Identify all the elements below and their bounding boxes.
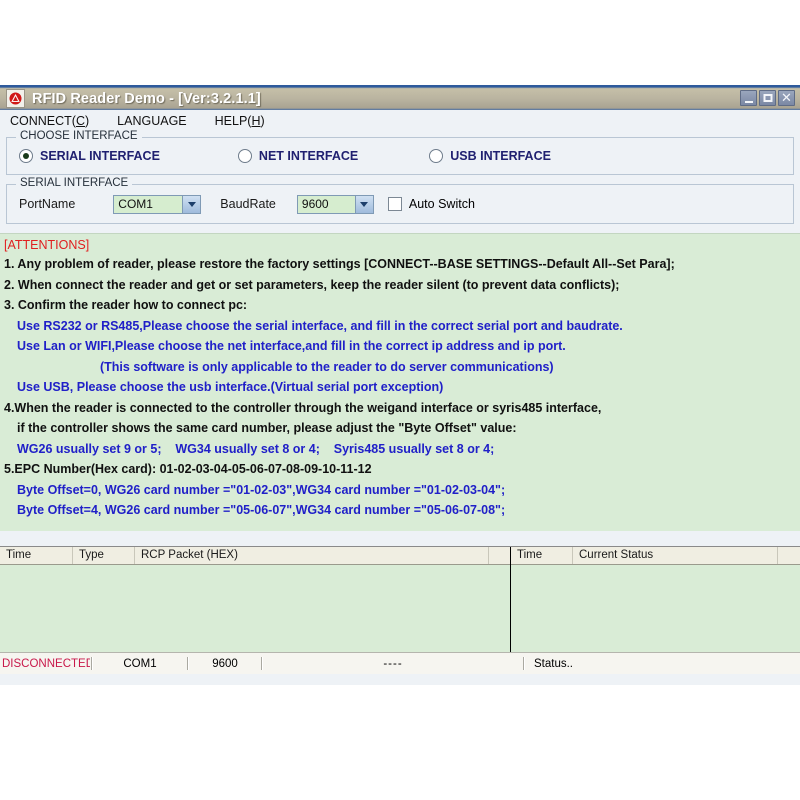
status-sep-3 [261, 657, 263, 670]
attention-line: 4.When the reader is connected to the co… [4, 400, 602, 415]
radio-serial-dot-icon [19, 149, 33, 163]
attention-line: 1. Any problem of reader, please restore… [4, 257, 675, 271]
serial-settings-row: PortName COM1 BaudRate 9600 Auto Switch [13, 191, 787, 217]
page-top-margin [0, 0, 800, 85]
radio-usb-dot-icon [429, 149, 444, 163]
status-port: COM1 [123, 657, 157, 670]
status-table-body[interactable] [511, 565, 800, 652]
attention-line: Use USB, Please choose the usb interface… [17, 380, 444, 394]
radio-net-interface[interactable]: NET INTERFACE [237, 149, 359, 163]
radio-serial-label: SERIAL INTERFACE [40, 149, 160, 163]
menu-item-connect[interactable]: CONNECT(C) [8, 112, 99, 130]
status-dots: ---- [383, 657, 403, 670]
status-table: Time Current Status [511, 547, 800, 652]
status-sep-1 [91, 657, 93, 670]
attentions-title: [ATTENTIONS] [4, 238, 90, 252]
status-bar: DISCONNECTED COM1 9600 ---- Status.. [0, 652, 800, 674]
attention-line: 5.EPC Number(Hex card): 01-02-03-04-05-0… [4, 462, 372, 476]
status-table-header: Time Current Status [511, 547, 800, 565]
column-header[interactable]: Time [511, 547, 573, 564]
chevron-down-icon[interactable] [182, 195, 201, 213]
radio-net-label: NET INTERFACE [258, 149, 359, 163]
status-connection: DISCONNECTED [2, 657, 90, 670]
window-title: RFID Reader Demo - [Ver:3.2.1.1] [32, 90, 261, 107]
menu-item-help[interactable]: HELP(H) [213, 112, 275, 130]
packet-table: Time Type RCP Packet (HEX) [0, 547, 511, 652]
warning-triangle-icon [6, 89, 25, 108]
column-header[interactable]: Time [0, 547, 73, 564]
auto-switch-checkbox[interactable]: Auto Switch [387, 197, 475, 211]
page-bottom-margin [0, 685, 800, 800]
baudrate-select[interactable]: 9600 [296, 194, 374, 214]
attention-line: Byte Offset=4, WG26 card number ="05-06-… [17, 503, 506, 517]
attention-line: Use RS232 or RS485,Please choose the ser… [17, 318, 623, 333]
radio-serial-interface[interactable]: SERIAL INTERFACE [19, 149, 160, 163]
chevron-down-icon[interactable] [354, 195, 373, 213]
maximize-button[interactable] [759, 90, 776, 106]
attention-line: 3. Confirm the reader how to connect pc: [4, 298, 248, 312]
choose-interface-legend: CHOOSE INTERFACE [16, 130, 142, 142]
attention-line: WG26 usually set 9 or 5; WG34 usually se… [17, 441, 495, 456]
portname-label: PortName [19, 197, 76, 211]
close-button[interactable]: ✕ [778, 90, 795, 106]
status-sep-2 [187, 657, 189, 670]
menu-item-language[interactable]: LANGUAGE [115, 112, 196, 130]
column-header[interactable]: Type [73, 547, 135, 564]
attentions-panel: [ATTENTIONS] 1. Any problem of reader, p… [0, 233, 800, 531]
window-controls: ✕ [740, 90, 795, 106]
log-tables: Time Type RCP Packet (HEX) Time Current Sta… [0, 546, 800, 652]
attention-line: Use Lan or WIFI,Please choose the net in… [17, 339, 566, 353]
interface-radio-row: SERIAL INTERFACE NET INTERFACE USB INTER… [13, 144, 787, 168]
serial-interface-group: SERIAL INTERFACE PortName COM1 BaudRate … [6, 177, 794, 224]
radio-usb-label: USB INTERFACE [450, 149, 551, 163]
attention-line: (This software is only applicable to the… [100, 359, 554, 374]
title-bar: RFID Reader Demo - [Ver:3.2.1.1] ✕ [0, 85, 800, 110]
minimize-button[interactable] [740, 90, 757, 106]
column-header[interactable]: Current Status [573, 547, 778, 564]
auto-switch-label: Auto Switch [408, 197, 475, 211]
status-message: Status.. [534, 657, 573, 670]
column-header[interactable]: RCP Packet (HEX) [135, 547, 489, 564]
attention-line: Byte Offset=0, WG26 card number ="01-02-… [17, 482, 506, 497]
radio-net-dot-icon [237, 149, 252, 163]
status-sep-4 [523, 657, 525, 670]
baudrate-value: 9600 [301, 197, 329, 211]
attention-line: if the controller shows the same card nu… [17, 421, 517, 435]
portname-select[interactable]: COM1 [113, 194, 202, 214]
baudrate-label: BaudRate [220, 197, 276, 211]
portname-value: COM1 [118, 197, 153, 211]
status-baud: 9600 [212, 657, 238, 670]
packet-table-header: Time Type RCP Packet (HEX) [0, 547, 510, 565]
auto-switch-box-icon [387, 197, 402, 211]
attentions-lines: 1. Any problem of reader, please restore… [4, 254, 800, 521]
packet-table-body[interactable] [0, 565, 510, 652]
attention-line: 2. When connect the reader and get or se… [4, 277, 620, 292]
choose-interface-group: CHOOSE INTERFACE SERIAL INTERFACE NET IN… [6, 130, 794, 175]
interface-settings-panel: CHOOSE INTERFACE SERIAL INTERFACE NET IN… [0, 130, 800, 224]
radio-usb-interface[interactable]: USB INTERFACE [429, 149, 551, 163]
serial-interface-legend: SERIAL INTERFACE [16, 177, 133, 189]
app-window: RFID Reader Demo - [Ver:3.2.1.1] ✕ CONNE… [0, 85, 800, 685]
